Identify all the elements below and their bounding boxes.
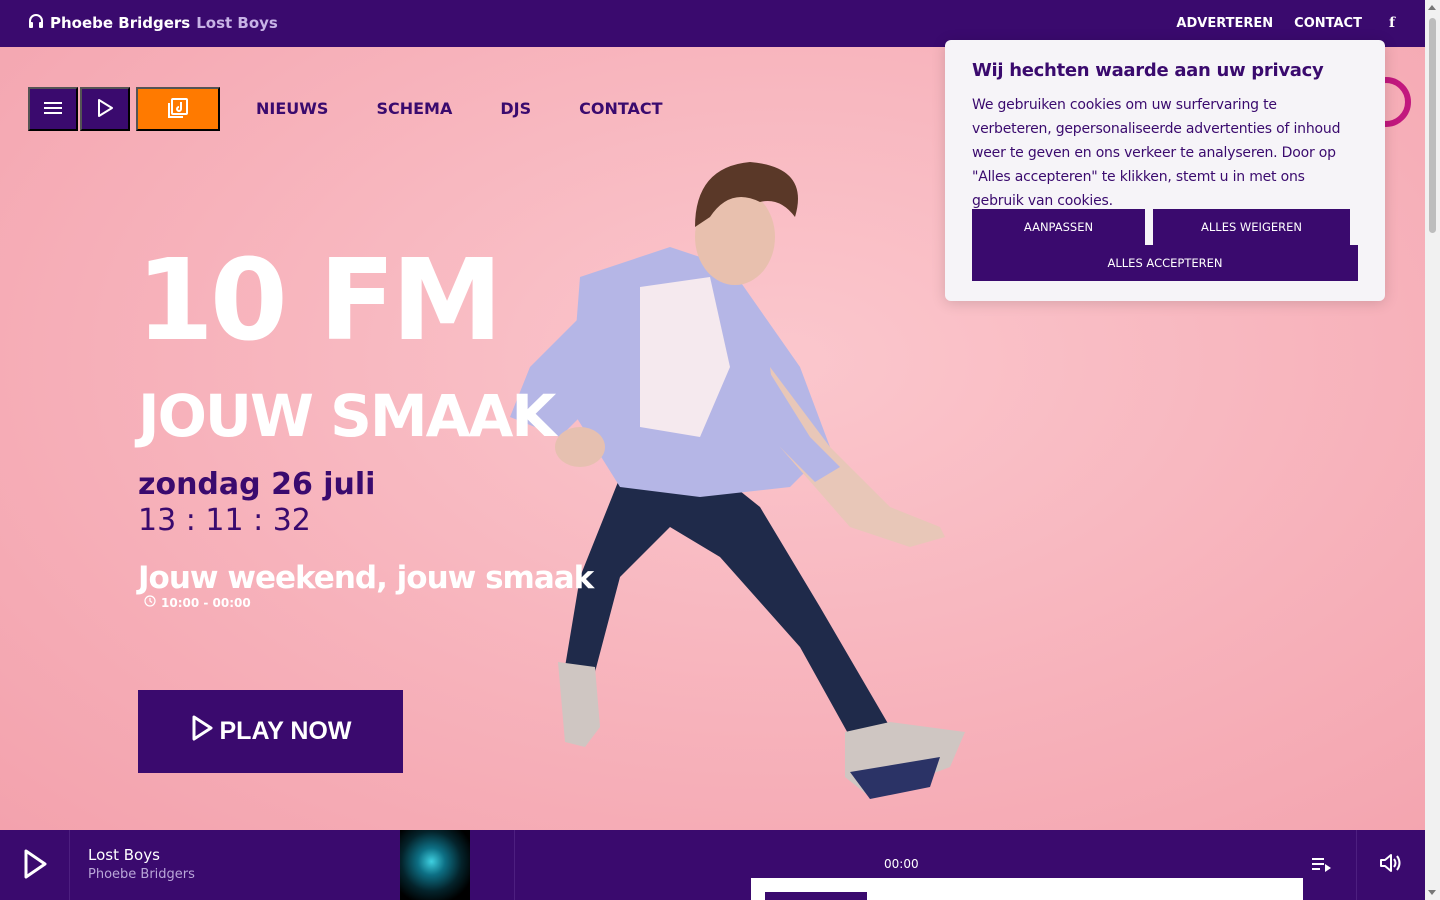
nav-item-contact[interactable]: CONTACT <box>579 99 662 118</box>
page-scrollbar[interactable] <box>1425 0 1440 900</box>
cookie-body: We gebruiken cookies om uw surfervaring … <box>972 97 1341 209</box>
bottom-player: Lost Boys Phoebe Bridgers 00:00 <box>0 830 1425 900</box>
volume-button[interactable] <box>1356 830 1425 900</box>
hero-dancer-image <box>510 162 965 799</box>
scroll-up-arrow-icon[interactable] <box>1428 5 1436 10</box>
top-now-playing-artist: Phoebe Bridgers <box>50 14 191 32</box>
play-icon <box>22 848 48 883</box>
cookie-customize-button[interactable]: AANPASSEN <box>972 209 1145 245</box>
album-cover <box>400 830 470 900</box>
player-elapsed-time: 00:00 <box>884 857 919 871</box>
nav-item-schema[interactable]: SCHEMA <box>376 99 452 118</box>
play-now-button[interactable]: PLAY NOW <box>138 690 403 773</box>
hero-controls <box>28 87 220 131</box>
player-track-title: Lost Boys <box>88 846 160 864</box>
play-icon <box>190 714 214 749</box>
cookie-consent-panel: Wij hechten waarde aan uw privacy We geb… <box>945 40 1385 301</box>
clock-icon <box>144 595 156 610</box>
music-library-icon <box>167 97 189 122</box>
hamburger-menu-icon <box>44 101 62 118</box>
station-title: 10 FM <box>136 236 503 366</box>
hero-play-button[interactable] <box>80 87 130 131</box>
nav-item-nieuws[interactable]: NIEUWS <box>256 99 328 118</box>
current-show-time: 10:00 - 00:00 <box>144 595 251 610</box>
current-time: 13 : 11 : 32 <box>138 503 311 538</box>
scrollbar-thumb[interactable] <box>1429 18 1436 233</box>
current-date: zondag 26 juli <box>138 467 376 502</box>
current-show-name: Jouw weekend, jouw smaak <box>138 560 594 596</box>
top-now-playing[interactable]: Phoebe Bridgers Lost Boys <box>28 13 278 33</box>
headphones-icon <box>28 13 44 33</box>
volume-icon <box>1379 852 1403 878</box>
playlist-icon[interactable] <box>1309 852 1335 878</box>
player-play-button[interactable] <box>0 830 70 900</box>
cookie-reject-all-button[interactable]: ALLES WEIGEREN <box>1153 209 1350 245</box>
library-button[interactable] <box>136 87 220 131</box>
top-link-adverteren[interactable]: ADVERTEREN <box>1176 16 1273 31</box>
player-divider <box>514 830 515 900</box>
cookie-heading: Wij hechten waarde aan uw privacy <box>972 60 1324 81</box>
top-now-playing-title: Lost Boys <box>196 14 278 32</box>
player-track-artist: Phoebe Bridgers <box>88 867 195 882</box>
player-progress-bar[interactable] <box>751 878 1303 900</box>
top-link-contact[interactable]: CONTACT <box>1294 16 1362 31</box>
station-slogan: JOUW SMAAK <box>138 382 556 450</box>
menu-button[interactable] <box>28 87 78 131</box>
top-links: ADVERTEREN CONTACT f <box>1176 15 1395 31</box>
main-nav: NIEUWS SCHEMA DJS CONTACT <box>256 99 663 118</box>
play-icon <box>96 98 114 121</box>
player-progress-fill <box>765 892 867 900</box>
scroll-down-arrow-icon[interactable] <box>1428 890 1436 895</box>
nav-item-djs[interactable]: DJS <box>500 99 531 118</box>
cookie-accept-all-button[interactable]: ALLES ACCEPTEREN <box>972 245 1358 281</box>
cookie-button-row: AANPASSEN ALLES WEIGEREN <box>972 209 1350 245</box>
play-now-label: PLAY NOW <box>219 717 352 745</box>
facebook-icon[interactable]: f <box>1389 15 1395 31</box>
show-time-text: 10:00 - 00:00 <box>161 595 251 610</box>
